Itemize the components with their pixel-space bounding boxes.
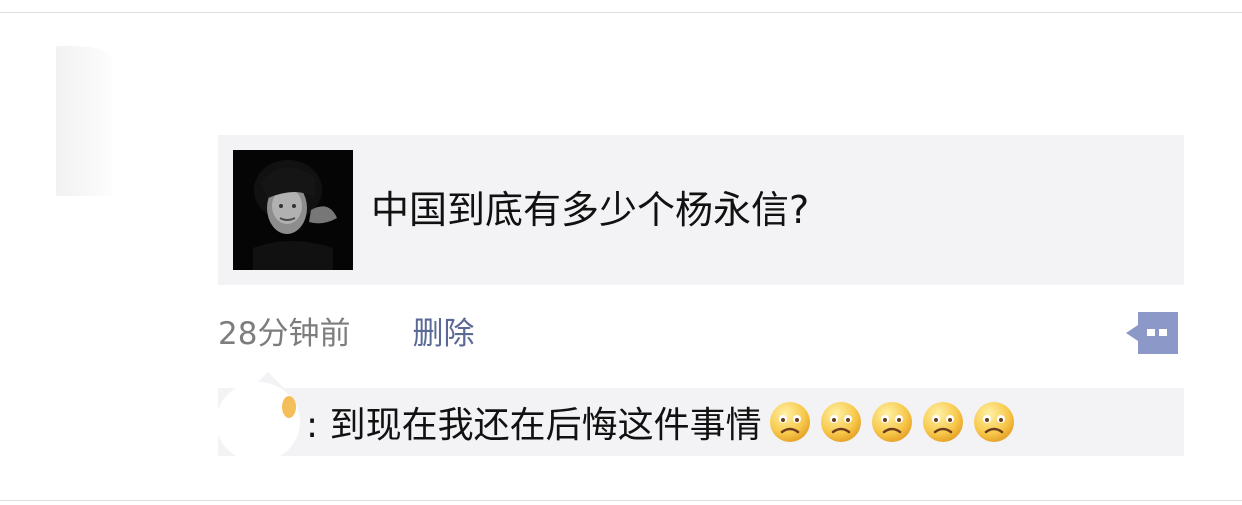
comment-more-button[interactable]: [1126, 312, 1178, 354]
frown-emoji-icon: [922, 402, 963, 442]
frown-emoji-icon: [871, 402, 912, 442]
article-thumbnail: [233, 150, 353, 270]
comment-item[interactable]: : 到现在我还在后悔这件事情: [306, 390, 1023, 454]
top-divider: [0, 12, 1242, 13]
frown-emoji-icon: [820, 402, 861, 442]
bottom-divider: [0, 500, 1242, 501]
poster-avatar[interactable]: [56, 46, 112, 196]
post-timestamp: 28分钟前: [218, 315, 351, 352]
commenter-avatar-edge: [282, 396, 296, 418]
shared-article-card[interactable]: 中国到底有多少个杨永信?: [218, 135, 1184, 285]
article-title: 中国到底有多少个杨永信?: [371, 188, 810, 232]
comment-emoji-row: [768, 400, 1023, 444]
commenter-avatar[interactable]: [216, 382, 300, 462]
comment-more-icon: [1126, 312, 1178, 354]
frown-emoji-icon: [769, 402, 810, 442]
post-meta-row: 28分钟前 删除: [218, 306, 474, 354]
frown-emoji-icon: [973, 402, 1014, 442]
comment-content: : 到现在我还在后悔这件事情: [306, 405, 762, 446]
delete-link[interactable]: 删除: [412, 308, 474, 353]
